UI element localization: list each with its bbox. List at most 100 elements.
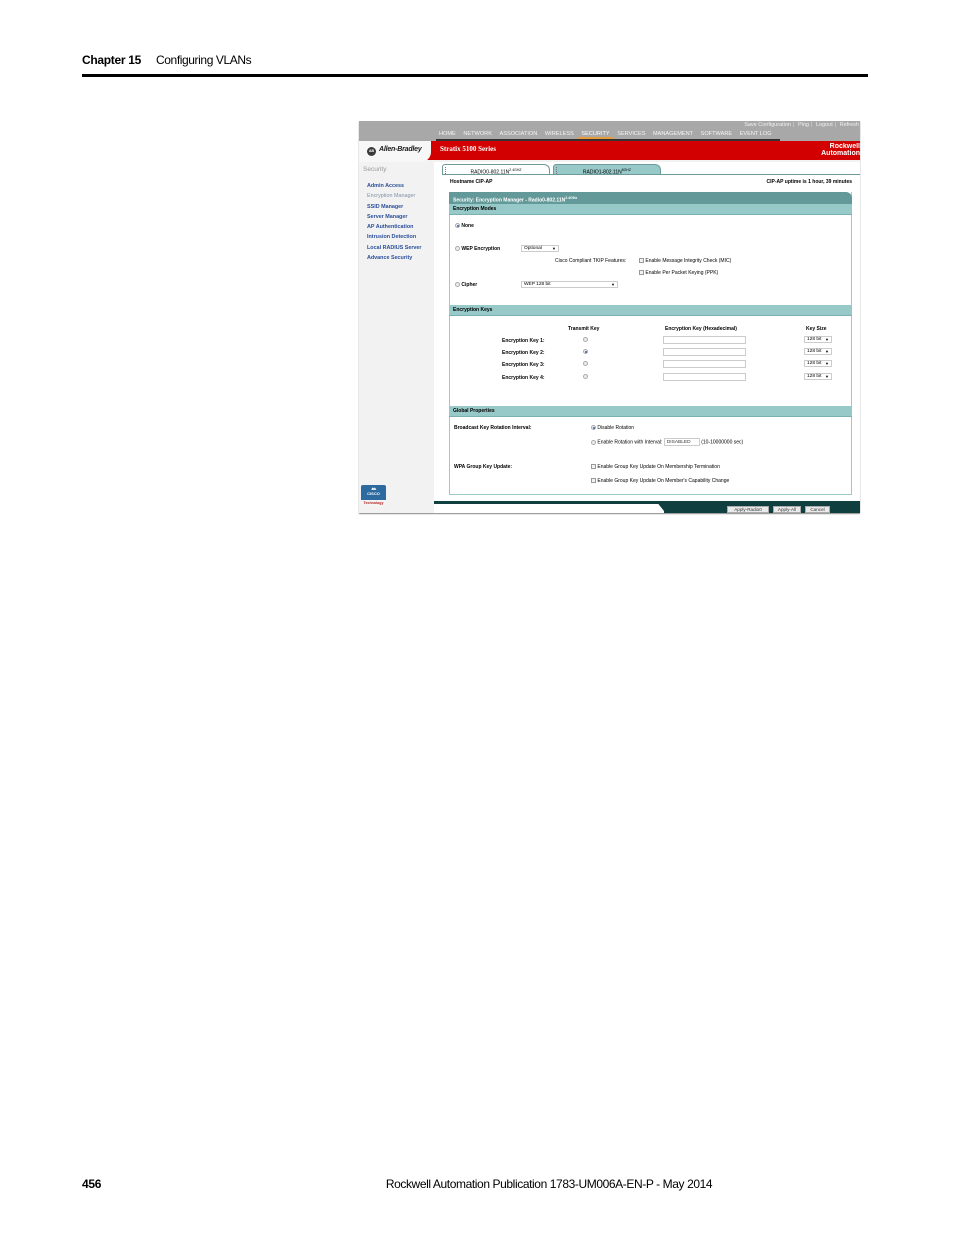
key-size-select[interactable]: 128 bit ▼ bbox=[804, 373, 832, 380]
interval-input[interactable]: DISABLED bbox=[663, 438, 700, 446]
chevron-down-icon: ▼ bbox=[611, 282, 615, 287]
panel-title-text: Security: Encryption Manager - Radio0-80… bbox=[453, 197, 566, 204]
nav-services[interactable]: SERVICES bbox=[614, 130, 648, 137]
transmit-key-radio[interactable] bbox=[583, 361, 588, 367]
main-nav: HOME NETWORK ASSOCIATION WIRELESS SECURI… bbox=[436, 130, 780, 141]
wep-select-wrap: Optional ▼ bbox=[521, 245, 559, 252]
col-key-size: Key Size bbox=[806, 326, 827, 332]
sidebar-item-advance-security[interactable]: Advance Security bbox=[367, 253, 422, 263]
tab-rule bbox=[442, 174, 860, 175]
sidebar-item-ssid-manager[interactable]: SSID Manager bbox=[367, 202, 422, 212]
none-radio[interactable] bbox=[455, 223, 460, 229]
rockwell-line2: Automation bbox=[821, 150, 860, 157]
cipher-option: Cipher bbox=[455, 282, 477, 288]
mic-checkbox[interactable] bbox=[639, 258, 644, 264]
ui-screenshot: Save Configuration | Ping | Logout | Refres… bbox=[359, 121, 860, 513]
rockwell-logo: Rockwell Automation bbox=[810, 143, 860, 157]
sidebar-title: Security bbox=[363, 166, 387, 173]
encryption-key-input[interactable] bbox=[663, 373, 746, 381]
disable-rotation-radio[interactable] bbox=[591, 425, 596, 431]
membership-termination-checkbox[interactable] bbox=[591, 464, 596, 470]
uptime-text: CIP-AP uptime is 1 hour, 39 minutes bbox=[766, 179, 852, 185]
chevron-down-icon: ▼ bbox=[825, 349, 829, 354]
product-title: Stratix 5100 Series bbox=[440, 145, 496, 153]
sidebar-item-admin-access[interactable]: Admin Access bbox=[367, 181, 422, 191]
wep-radio[interactable] bbox=[455, 246, 460, 252]
transmit-key-radio[interactable] bbox=[583, 374, 588, 380]
broadcast-label: Broadcast Key Rotation Interval: bbox=[454, 425, 532, 431]
disable-rotation-option: Disable Rotation bbox=[591, 425, 634, 431]
sidebar: Security Admin Access Encryption Manager… bbox=[359, 162, 434, 513]
tab-radio0[interactable]: RADIO0-802.11N2.4GHZ bbox=[442, 164, 550, 176]
disable-rotation-label: Disable Rotation bbox=[597, 425, 635, 431]
ppk-checkbox[interactable] bbox=[639, 270, 644, 276]
tab-radio1[interactable]: RADIO1-802.11N5GHZ bbox=[553, 164, 661, 176]
publication-text: Rockwell Automation Publication 1783-UM0… bbox=[385, 1177, 713, 1191]
ppk-label: Enable Per Packet Keying (PPK) bbox=[645, 270, 719, 276]
capability-change-label: Enable Group Key Update On Member's Capa… bbox=[597, 478, 730, 484]
sidebar-list: Admin Access Encryption Manager SSID Man… bbox=[367, 181, 422, 263]
save-configuration-link[interactable]: Save Configuration bbox=[744, 122, 791, 128]
main-content: RADIO0-802.11N2.4GHZ RADIO1-802.11N5GHZ … bbox=[434, 162, 860, 513]
sidebar-item-local-radius-server[interactable]: Local RADIUS Server bbox=[367, 243, 422, 253]
tab-grip-icon bbox=[556, 167, 558, 174]
mic-option: Enable Message Integrity Check (MIC) bbox=[639, 258, 731, 264]
membership-termination-label: Enable Group Key Update On Membership Te… bbox=[597, 464, 720, 470]
refresh-link[interactable]: Refresh bbox=[840, 122, 859, 128]
header-rule bbox=[82, 74, 868, 77]
wep-mode-value: Optional bbox=[524, 246, 542, 251]
cipher-select-wrap: WEP 128 bit ▼ bbox=[521, 281, 618, 288]
apply-all-button[interactable]: Apply-All bbox=[773, 506, 801, 513]
chevron-down-icon: ▼ bbox=[825, 374, 829, 379]
encryption-panel: Security: Encryption Manager - Radio0-80… bbox=[449, 192, 852, 495]
cancel-button[interactable]: Cancel bbox=[805, 506, 830, 513]
membership-termination-option: Enable Group Key Update On Membership Te… bbox=[591, 464, 720, 470]
transmit-key-radio[interactable] bbox=[583, 349, 588, 355]
encryption-key-input[interactable] bbox=[663, 360, 746, 368]
key-size-select[interactable]: 128 bit ▼ bbox=[804, 348, 832, 355]
capability-change-option: Enable Group Key Update On Member's Capa… bbox=[591, 478, 729, 484]
nav-software[interactable]: SOFTWARE bbox=[698, 130, 736, 137]
key-size-select[interactable]: 128 bit ▼ bbox=[804, 336, 832, 343]
tab-radio1-sup: 5GHZ bbox=[621, 168, 632, 172]
nav-association[interactable]: ASSOCIATION bbox=[497, 130, 541, 137]
key-label: Encryption Key 1: bbox=[502, 338, 545, 344]
sidebar-item-ap-authentication[interactable]: AP Authentication bbox=[367, 222, 422, 232]
nav-event-log[interactable]: EVENT LOG bbox=[737, 130, 775, 137]
ping-link[interactable]: Ping bbox=[798, 122, 809, 128]
cipher-select[interactable]: WEP 128 bit ▼ bbox=[521, 281, 618, 288]
key-size-value: 128 bit bbox=[807, 374, 822, 379]
panel-title: Security: Encryption Manager - Radio0-80… bbox=[449, 192, 852, 204]
nav-security[interactable]: SECURITY bbox=[578, 130, 613, 139]
sidebar-item-server-manager[interactable]: Server Manager bbox=[367, 212, 422, 222]
wpa-label: WPA Group Key Update: bbox=[454, 464, 513, 470]
nav-wireless[interactable]: WIRELESS bbox=[542, 130, 577, 137]
transmit-key-radio[interactable] bbox=[583, 337, 588, 343]
enable-rotation-label: Enable Rotation with Interval: bbox=[597, 439, 663, 446]
wep-option: WEP Encryption bbox=[455, 246, 500, 252]
brand-bar bbox=[359, 141, 860, 160]
tkip-label: Cisco Compliant TKIP Features: bbox=[555, 258, 627, 264]
cipher-label: Cipher bbox=[461, 282, 478, 288]
none-option[interactable]: None bbox=[455, 223, 474, 229]
ppk-option: Enable Per Packet Keying (PPK) bbox=[639, 270, 718, 276]
wep-label: WEP Encryption bbox=[461, 246, 501, 252]
utility-links: Save Configuration | Ping | Logout | Refres… bbox=[744, 122, 859, 128]
encryption-key-input[interactable] bbox=[663, 336, 746, 344]
cipher-radio[interactable] bbox=[455, 282, 460, 288]
key-size-value: 128 bit bbox=[807, 361, 822, 366]
logout-link[interactable]: Logout bbox=[816, 122, 833, 128]
chapter-label: Chapter 15 bbox=[82, 53, 142, 67]
enable-rotation-radio[interactable] bbox=[591, 439, 596, 445]
nav-network[interactable]: NETWORK bbox=[460, 130, 495, 137]
key-size-select[interactable]: 128 bit ▼ bbox=[804, 360, 832, 367]
wep-mode-select[interactable]: Optional ▼ bbox=[521, 245, 559, 252]
apply-radio0-button[interactable]: Apply-Radio0 bbox=[727, 506, 769, 513]
capability-change-checkbox[interactable] bbox=[591, 478, 596, 484]
sidebar-item-encryption-manager[interactable]: Encryption Manager bbox=[367, 191, 422, 201]
encryption-key-input[interactable] bbox=[663, 348, 746, 356]
panel-title-sup: 2.4GHz bbox=[565, 196, 578, 200]
nav-management[interactable]: MANAGEMENT bbox=[650, 130, 696, 137]
sidebar-item-intrusion-detection[interactable]: Intrusion Detection bbox=[367, 232, 422, 242]
nav-home[interactable]: HOME bbox=[436, 130, 459, 137]
